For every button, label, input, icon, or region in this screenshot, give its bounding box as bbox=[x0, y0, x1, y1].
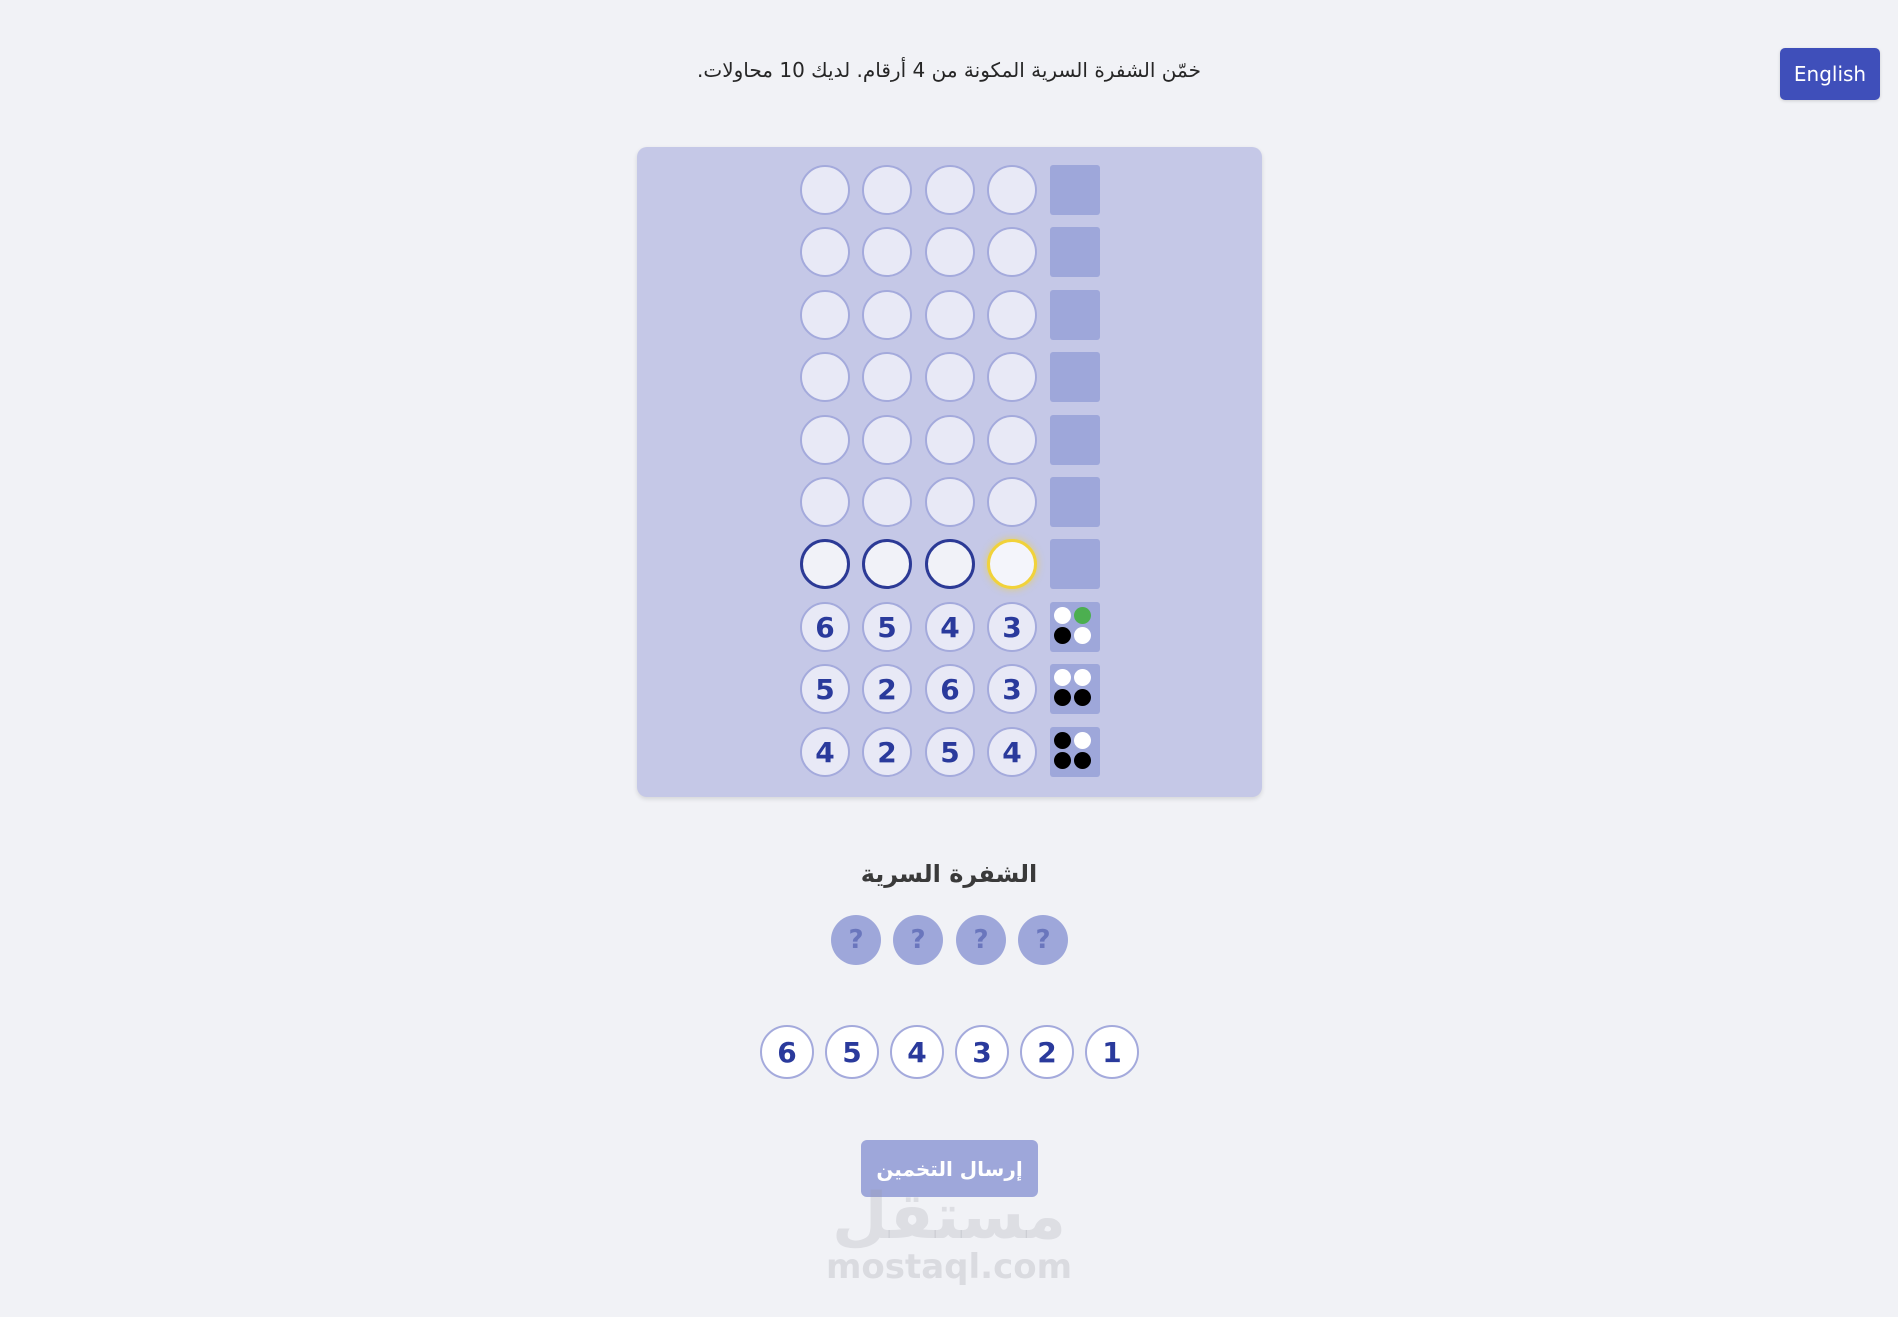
number-button[interactable]: 4 bbox=[890, 1025, 944, 1079]
board-row bbox=[800, 227, 1100, 277]
feedback-box bbox=[1050, 602, 1100, 652]
board-row bbox=[800, 477, 1100, 527]
guess-peg: 4 bbox=[800, 727, 850, 777]
board-row bbox=[800, 290, 1100, 340]
feedback-dot-black bbox=[1054, 627, 1071, 644]
guess-peg bbox=[800, 477, 850, 527]
board-row: 6543 bbox=[800, 602, 1100, 652]
guess-peg bbox=[862, 290, 912, 340]
guess-peg bbox=[862, 227, 912, 277]
current-guess-slot[interactable] bbox=[987, 539, 1037, 589]
board-row bbox=[800, 165, 1100, 215]
feedback-box bbox=[1050, 664, 1100, 714]
guess-peg bbox=[862, 415, 912, 465]
feedback-box bbox=[1050, 727, 1100, 777]
feedback-box bbox=[1050, 352, 1100, 402]
guess-peg bbox=[862, 477, 912, 527]
feedback-dot-green bbox=[1074, 607, 1091, 624]
feedback-dot-black bbox=[1074, 689, 1091, 706]
feedback-box bbox=[1050, 227, 1100, 277]
guess-peg: 4 bbox=[925, 602, 975, 652]
current-guess-slot[interactable] bbox=[862, 539, 912, 589]
guess-peg: 5 bbox=[800, 664, 850, 714]
guess-peg bbox=[862, 165, 912, 215]
feedback-dot-white bbox=[1054, 607, 1071, 624]
board-row: 5263 bbox=[800, 664, 1100, 714]
feedback-box bbox=[1050, 539, 1100, 589]
guess-peg bbox=[925, 165, 975, 215]
guess-peg bbox=[925, 227, 975, 277]
secret-peg: ? bbox=[831, 915, 881, 965]
guess-peg: 6 bbox=[800, 602, 850, 652]
guess-peg: 6 bbox=[925, 664, 975, 714]
feedback-box bbox=[1050, 415, 1100, 465]
number-button[interactable]: 2 bbox=[1020, 1025, 1074, 1079]
guess-peg bbox=[800, 352, 850, 402]
number-button[interactable]: 3 bbox=[955, 1025, 1009, 1079]
guess-peg: 4 bbox=[987, 727, 1037, 777]
guess-peg: 5 bbox=[925, 727, 975, 777]
guess-peg bbox=[987, 415, 1037, 465]
feedback-dot-black bbox=[1054, 689, 1071, 706]
number-button[interactable]: 1 bbox=[1085, 1025, 1139, 1079]
feedback-dot-black bbox=[1074, 752, 1091, 769]
guess-peg bbox=[925, 415, 975, 465]
guess-peg bbox=[987, 477, 1037, 527]
secret-code-title: الشفرة السرية bbox=[860, 860, 1038, 888]
board-row: 4254 bbox=[800, 727, 1100, 777]
feedback-dot-black bbox=[1054, 732, 1071, 749]
guess-peg bbox=[925, 477, 975, 527]
secret-peg: ? bbox=[956, 915, 1006, 965]
guess-peg bbox=[925, 352, 975, 402]
feedback-box bbox=[1050, 290, 1100, 340]
watermark-logo: مستقل bbox=[831, 1180, 1067, 1254]
feedback-dot-white bbox=[1074, 627, 1091, 644]
feedback-dot-white bbox=[1074, 669, 1091, 686]
guess-peg: 2 bbox=[862, 664, 912, 714]
guess-peg bbox=[800, 227, 850, 277]
feedback-dot-white bbox=[1054, 669, 1071, 686]
guess-peg bbox=[862, 352, 912, 402]
guess-peg bbox=[987, 290, 1037, 340]
secret-peg: ? bbox=[1018, 915, 1068, 965]
board-row bbox=[800, 352, 1100, 402]
guess-peg: 3 bbox=[987, 602, 1037, 652]
guess-peg bbox=[800, 290, 850, 340]
game-instructions: خمّن الشفرة السرية المكونة من 4 أرقام. ل… bbox=[697, 58, 1201, 82]
secret-peg: ? bbox=[893, 915, 943, 965]
guess-peg bbox=[987, 352, 1037, 402]
feedback-dot-white bbox=[1074, 732, 1091, 749]
board-row bbox=[800, 415, 1100, 465]
guess-peg bbox=[925, 290, 975, 340]
guess-peg bbox=[800, 165, 850, 215]
feedback-box bbox=[1050, 165, 1100, 215]
current-guess-slot[interactable] bbox=[925, 539, 975, 589]
guess-peg: 5 bbox=[862, 602, 912, 652]
feedback-dot-black bbox=[1054, 752, 1071, 769]
guess-peg bbox=[987, 227, 1037, 277]
number-button[interactable]: 5 bbox=[825, 1025, 879, 1079]
current-guess-slot[interactable] bbox=[800, 539, 850, 589]
guess-peg bbox=[800, 415, 850, 465]
watermark-text: mostaql.com bbox=[825, 1247, 1073, 1287]
guess-peg: 3 bbox=[987, 664, 1037, 714]
guess-peg bbox=[987, 165, 1037, 215]
game-board: 654352634254 bbox=[637, 147, 1262, 797]
number-button[interactable]: 6 bbox=[760, 1025, 814, 1079]
board-row bbox=[800, 539, 1100, 589]
feedback-box bbox=[1050, 477, 1100, 527]
guess-peg: 2 bbox=[862, 727, 912, 777]
